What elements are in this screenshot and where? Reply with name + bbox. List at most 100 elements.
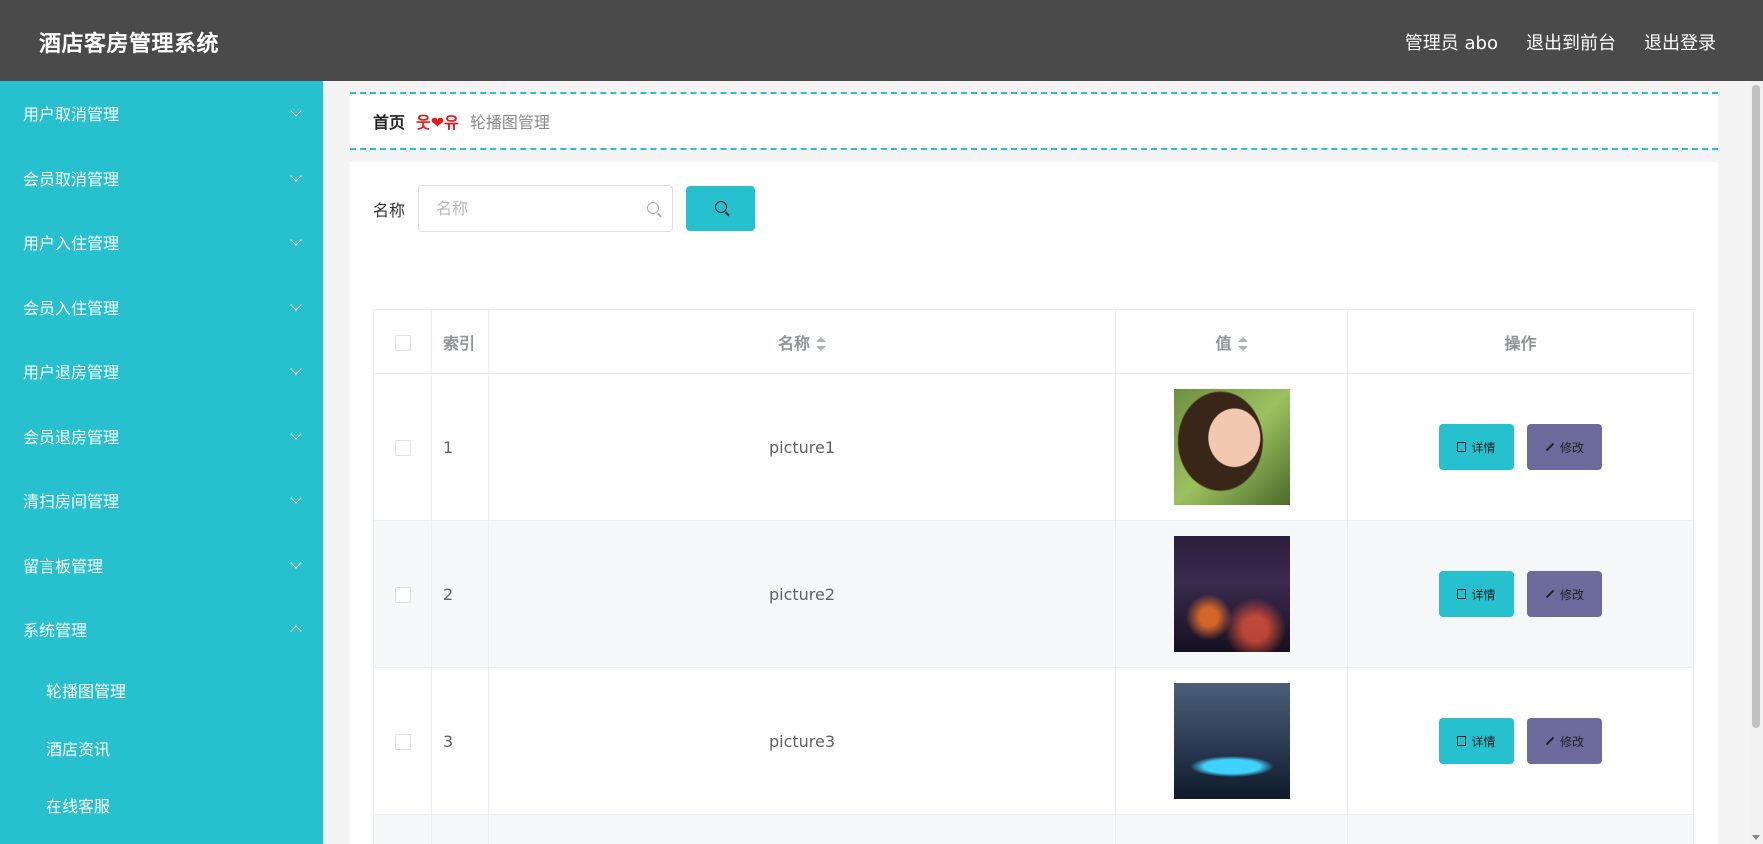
sidebar-item-user-cancel[interactable]: 用户取消管理: [0, 81, 323, 146]
table-header-row: 索引 名称 值 操作: [373, 309, 1694, 374]
row-name: picture2: [488, 520, 1116, 668]
header-index: 索引: [431, 309, 489, 374]
row-checkbox[interactable]: [394, 587, 411, 603]
sidebar-item-system[interactable]: 系统管理: [0, 597, 323, 662]
top-nav: 管理员 abo 退出到前台 退出登录: [1405, 29, 1716, 55]
sidebar-item-label: 用户取消管理: [23, 105, 120, 125]
table-row: 2 picture2 详情 修改: [373, 520, 1694, 668]
carousel-table: 索引 名称 值 操作 1 picture1 详情 修改 2 picture2 详…: [373, 309, 1694, 844]
logout-link[interactable]: 退出登录: [1644, 29, 1716, 55]
detail-label: 详情: [1471, 587, 1496, 602]
chevron-down-icon: [290, 299, 302, 311]
search-icon: [715, 201, 728, 213]
edit-button[interactable]: 修改: [1527, 424, 1603, 470]
breadcrumb: 首页 웃❤유 轮播图管理: [350, 92, 1718, 150]
sidebar-item-member-checkin[interactable]: 会员入住管理: [0, 275, 323, 340]
chevron-down-icon: [290, 557, 302, 569]
search-field: [418, 185, 674, 232]
sort-icon[interactable]: [816, 337, 826, 351]
chevron-down-icon: [290, 234, 302, 246]
chevron-down-icon: [290, 428, 302, 440]
sort-icon[interactable]: [1237, 337, 1248, 351]
edit-icon: [1545, 736, 1555, 746]
bridge-night-photo-image[interactable]: [1173, 683, 1290, 799]
chevron-down-icon: [290, 105, 302, 117]
sidebar: 用户取消管理 会员取消管理 用户入住管理 会员入住管理 用户退房管理 会员退房管…: [0, 81, 323, 844]
chevron-down-icon: [290, 363, 302, 375]
row-name: picture1: [488, 373, 1116, 521]
row-checkbox[interactable]: [394, 734, 411, 750]
edit-icon: [1545, 442, 1555, 452]
select-all-cell: [373, 309, 432, 374]
row-index: 1: [431, 373, 489, 521]
sidebar-subitem-hotel-news[interactable]: 酒店资讯: [0, 719, 323, 777]
edit-icon: [1545, 589, 1555, 599]
sidebar-item-message-board[interactable]: 留言板管理: [0, 533, 323, 598]
main-content: 首页 웃❤유 轮播图管理 名称 索引 名称 值 操作: [350, 92, 1718, 844]
edit-label: 修改: [1560, 587, 1585, 602]
search-icon: [647, 202, 660, 214]
header-name-label: 名称: [777, 333, 810, 353]
page-scrollbar[interactable]: [1749, 81, 1763, 844]
sidebar-subitem-carousel[interactable]: 轮播图管理: [0, 662, 323, 720]
row-select-cell: [373, 373, 432, 521]
sidebar-item-room-cleaning[interactable]: 清扫房间管理: [0, 468, 323, 533]
document-icon: [1457, 442, 1467, 452]
row-checkbox[interactable]: [394, 440, 411, 456]
portrait-photo-image[interactable]: [1173, 389, 1290, 505]
scrollbar-thumb[interactable]: [1752, 85, 1760, 728]
admin-user-link[interactable]: 管理员 abo: [1405, 29, 1498, 55]
row-actions: 详情 修改: [1347, 520, 1694, 668]
chevron-up-icon: [290, 625, 302, 637]
edit-label: 修改: [1560, 440, 1585, 455]
sidebar-item-member-checkout[interactable]: 会员退房管理: [0, 404, 323, 469]
sidebar-item-user-checkin[interactable]: 用户入住管理: [0, 210, 323, 275]
header-ops: 操作: [1347, 309, 1694, 374]
row-value: [1115, 373, 1348, 521]
chevron-down-icon: [290, 492, 302, 504]
top-bar: 酒店客房管理系统 管理员 abo 退出到前台 退出登录: [0, 0, 1763, 81]
breadcrumb-home[interactable]: 首页: [373, 109, 405, 133]
table-row: [373, 814, 1694, 844]
table-row: 3 picture3 详情 修改: [373, 667, 1694, 815]
header-value-label: 值: [1215, 333, 1232, 353]
detail-button[interactable]: 详情: [1438, 571, 1514, 617]
scroll-down-arrow-icon[interactable]: [1752, 835, 1760, 840]
exit-to-frontend-link[interactable]: 退出到前台: [1526, 29, 1616, 55]
search-bar: 名称: [373, 185, 756, 232]
row-value: [1115, 520, 1348, 668]
edit-button[interactable]: 修改: [1527, 718, 1603, 764]
detail-button[interactable]: 详情: [1438, 424, 1514, 470]
sidebar-item-member-cancel[interactable]: 会员取消管理: [0, 146, 323, 211]
sidebar-subitem-online-service[interactable]: 在线客服: [0, 777, 323, 835]
sidebar-item-user-checkout[interactable]: 用户退房管理: [0, 339, 323, 404]
detail-button[interactable]: 详情: [1438, 718, 1514, 764]
edit-label: 修改: [1560, 734, 1585, 749]
header-value[interactable]: 值: [1115, 309, 1348, 374]
row-index: 2: [431, 520, 489, 668]
chevron-down-icon: [290, 170, 302, 182]
city-night-photo-image[interactable]: [1173, 536, 1290, 652]
select-all-checkbox[interactable]: [394, 334, 411, 351]
row-actions: 详情 修改: [1347, 667, 1694, 815]
sidebar-item-label: 留言板管理: [23, 556, 104, 576]
row-index: 3: [431, 667, 489, 815]
sidebar-item-label: 用户入住管理: [23, 234, 120, 254]
row-name: picture3: [488, 667, 1116, 815]
search-button[interactable]: [686, 186, 756, 231]
document-icon: [1457, 589, 1467, 599]
sidebar-item-label: 清扫房间管理: [23, 492, 120, 512]
detail-label: 详情: [1471, 440, 1496, 455]
edit-button[interactable]: 修改: [1527, 571, 1603, 617]
search-input[interactable]: [419, 186, 673, 231]
header-name[interactable]: 名称: [488, 309, 1116, 374]
sidebar-item-label: 会员退房管理: [23, 427, 120, 447]
row-value: [1115, 667, 1348, 815]
row-actions: 详情 修改: [1347, 373, 1694, 521]
content-panel: 名称 索引 名称 值 操作: [350, 162, 1718, 844]
sidebar-item-label: 会员入住管理: [23, 298, 120, 318]
search-label: 名称: [373, 200, 406, 220]
breadcrumb-separator: 웃❤유: [416, 113, 459, 132]
app-title: 酒店客房管理系统: [39, 32, 220, 57]
sidebar-item-label: 用户退房管理: [23, 363, 120, 383]
